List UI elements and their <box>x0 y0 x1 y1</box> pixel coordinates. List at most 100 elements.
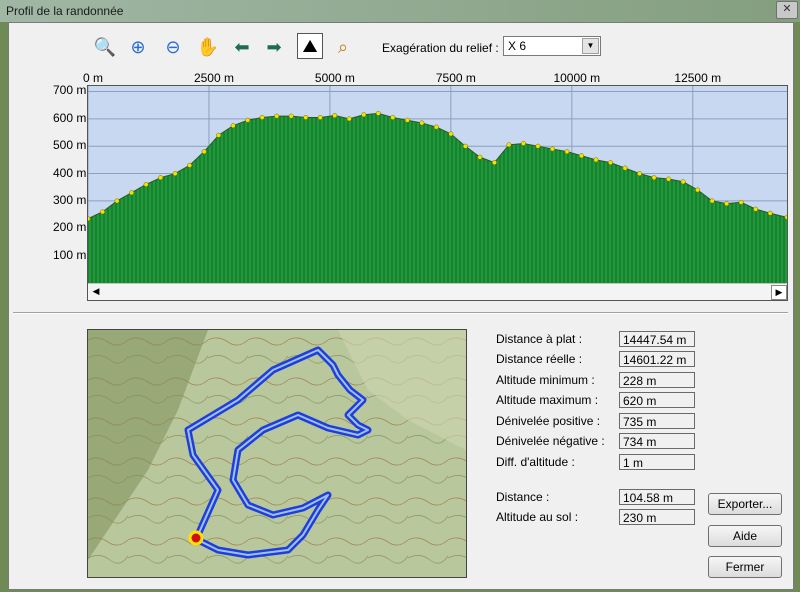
y-tick-label: 600 m <box>53 110 87 125</box>
zoom-view-icon[interactable]: 🔍 <box>93 35 117 59</box>
window-title: Profil de la randonnée <box>6 4 124 18</box>
info-label-altitude-min: Altitude minimum : <box>496 373 595 387</box>
elevation-point <box>201 149 207 155</box>
chevron-down-icon[interactable]: ▼ <box>582 38 599 54</box>
map-svg[interactable] <box>88 330 466 577</box>
route-map[interactable] <box>87 329 467 578</box>
elevation-point <box>550 146 555 152</box>
elevation-point <box>172 171 178 177</box>
elevation-point <box>651 175 657 181</box>
elevation-point <box>753 206 759 212</box>
dialog-body: 🔍 ⊕ ⊖ ✋ ⬅ ➡ ⛰ ⌕ Exagération du relief : … <box>8 22 794 590</box>
elevation-point <box>622 165 628 171</box>
elevation-chart[interactable]: ◀ ▶ <box>87 85 788 301</box>
elevation-point <box>738 199 744 205</box>
elevation-point <box>129 190 134 196</box>
elevation-point <box>579 153 584 159</box>
close-window-button[interactable]: ✕ <box>776 1 798 19</box>
zoom-out-icon[interactable]: ⊖ <box>161 35 185 59</box>
divider <box>13 312 788 314</box>
arrow-left-icon[interactable]: ⬅ <box>230 35 254 59</box>
elevation-point <box>100 209 105 215</box>
elevation-point <box>695 187 701 193</box>
info-label-flat-distance: Distance à plat : <box>496 332 583 346</box>
elevation-point <box>709 198 715 204</box>
elevation-point <box>564 149 570 155</box>
y-tick-label: 100 m <box>53 247 87 262</box>
elevation-point <box>448 131 454 137</box>
elevation-point <box>477 154 483 160</box>
elevation-point <box>88 216 91 222</box>
info-label-positive-gain: Dénivelée positive : <box>496 414 601 428</box>
elevation-point <box>303 115 309 120</box>
info-label-real-distance: Distance réelle : <box>496 352 583 366</box>
zoom-in-icon[interactable]: ⊕ <box>126 35 150 59</box>
y-tick-label: 400 m <box>53 165 87 180</box>
elevation-point <box>462 143 468 149</box>
info-value-altitude-diff: 1 m <box>619 454 695 470</box>
export-button[interactable]: Exporter... <box>708 493 782 515</box>
elevation-point <box>433 124 439 130</box>
info-label-altitude-max: Altitude maximum : <box>496 393 599 407</box>
elevation-point <box>419 120 425 126</box>
x-tick-label: 7500 m <box>435 71 476 85</box>
elevation-point <box>274 113 280 119</box>
scroll-right-icon[interactable]: ▶ <box>771 285 787 300</box>
elevation-point <box>637 171 643 177</box>
scroll-left-icon[interactable]: ◀ <box>89 285 103 298</box>
elevation-profile-svg[interactable] <box>88 86 787 283</box>
elevation-point <box>767 210 773 216</box>
exaggeration-label: Exagération du relief : <box>382 41 499 55</box>
elevation-point <box>317 115 323 120</box>
cursor-label-distance: Distance : <box>496 490 550 504</box>
cursor-value-ground-altitude: 230 m <box>619 509 695 525</box>
elevation-point <box>535 143 541 149</box>
elevation-point <box>259 115 265 120</box>
position-marker-icon <box>188 530 204 546</box>
info-value-real-distance: 14601.22 m <box>619 351 695 367</box>
elevation-point <box>506 142 512 148</box>
y-tick-label: 300 m <box>53 192 87 207</box>
elevation-point <box>784 214 787 220</box>
elevation-point <box>375 110 381 116</box>
elevation-point <box>230 123 236 129</box>
info-label-altitude-diff: Diff. d'altitude : <box>496 455 575 469</box>
close-button[interactable]: Fermer <box>708 556 782 578</box>
elevation-point <box>593 157 599 163</box>
x-tick-label: 12500 m <box>674 71 722 85</box>
elevation-point <box>520 141 526 146</box>
elevation-point <box>361 112 367 118</box>
elevation-point <box>404 117 410 123</box>
elevation-point <box>245 117 251 123</box>
terrain-icon[interactable]: ⛰ <box>297 33 323 59</box>
zoom-track-icon[interactable]: ⌕ <box>331 35 355 59</box>
pan-hand-icon[interactable]: ✋ <box>196 35 220 59</box>
y-tick-label: 700 m <box>53 83 87 98</box>
profile-window: Profil de la randonnée ✕ 🔍 ⊕ ⊖ ✋ ⬅ ➡ ⛰ ⌕… <box>0 0 800 592</box>
info-value-flat-distance: 14447.54 m <box>619 331 695 347</box>
x-tick-label: 2500 m <box>193 71 234 85</box>
close-icon: ✕ <box>782 3 792 15</box>
help-button[interactable]: Aide <box>708 525 782 547</box>
elevation-point <box>187 162 193 168</box>
arrow-right-icon[interactable]: ➡ <box>262 35 286 59</box>
elevation-point <box>491 160 497 166</box>
info-label-negative-gain: Dénivelée négative : <box>496 434 605 448</box>
elevation-point <box>666 176 672 182</box>
title-bar: Profil de la randonnée ✕ <box>0 0 800 22</box>
elevation-point <box>332 113 338 118</box>
elevation-point <box>724 201 730 207</box>
elevation-point <box>390 115 396 120</box>
info-value-positive-gain: 735 m <box>619 413 695 429</box>
elevation-point <box>114 198 120 204</box>
elevation-point <box>216 132 222 138</box>
x-tick-label: 5000 m <box>314 71 355 85</box>
y-tick-label: 200 m <box>53 220 87 235</box>
elevation-point <box>288 113 294 119</box>
cursor-label-ground-altitude: Altitude au sol : <box>496 510 579 524</box>
chart-scrollbar[interactable]: ◀ ▶ <box>88 283 787 300</box>
cursor-value-distance: 104.58 m <box>619 489 695 505</box>
info-value-altitude-min: 228 m <box>619 372 695 388</box>
info-value-negative-gain: 734 m <box>619 433 695 449</box>
exaggeration-select[interactable]: X 6 ▼ <box>503 36 601 56</box>
